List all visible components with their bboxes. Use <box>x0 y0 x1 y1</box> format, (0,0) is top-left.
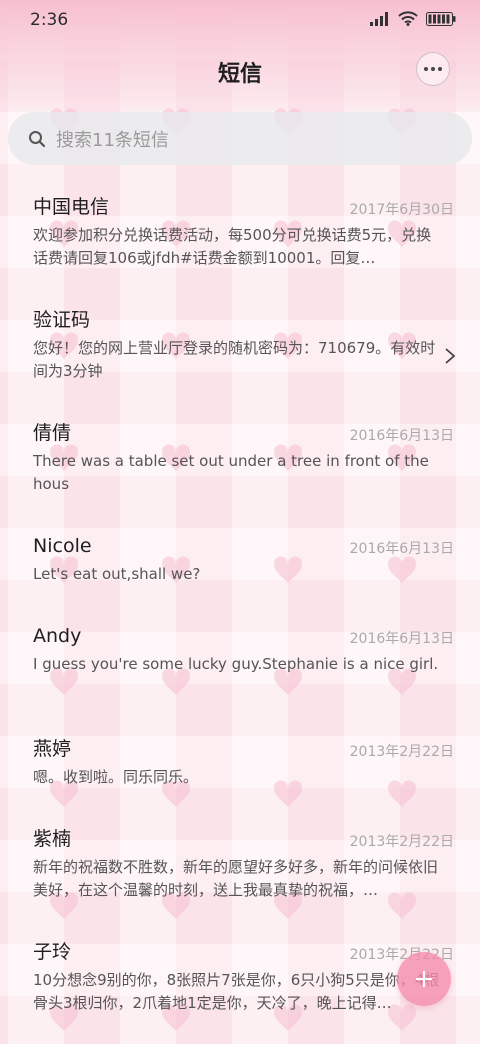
message-preview: 欢迎参加积分兑换话费活动，每500分可兑换话费5元，兑换话费请回复106或jfd… <box>33 226 432 267</box>
chevron-right-icon[interactable] <box>444 347 456 365</box>
wifi-icon <box>398 11 418 26</box>
conversation-item[interactable]: 验证码 您好！您的网上营业厅登录的随机密码为：710679。有效时间为3分钟 <box>0 293 480 406</box>
conversation-list: 中国电信 2017年6月30日 欢迎参加积分兑换话费活动，每500分可兑换话费5… <box>0 180 480 1040</box>
page-title: 短信 <box>217 62 262 87</box>
conversation-item[interactable]: 燕婷 2013年2月22日 嗯。收到啦。同乐同乐。 <box>0 722 480 812</box>
status-icons <box>370 11 456 26</box>
conversation-item[interactable]: 中国电信 2017年6月30日 欢迎参加积分兑换话费活动，每500分可兑换话费5… <box>0 180 480 293</box>
message-date: 2016年6月13日 <box>349 428 454 444</box>
more-options-button[interactable] <box>416 52 450 86</box>
message-preview: I guess you're some lucky guy.Stephanie … <box>33 655 439 673</box>
search-placeholder: 搜索11条短信 <box>56 129 169 151</box>
search-input[interactable]: 搜索11条短信 <box>8 112 472 165</box>
message-preview: 新年的祝福数不胜数，新年的愿望好多好多，新年的问候依旧美好，在这个温馨的时刻，送… <box>33 858 439 899</box>
contact-name: 验证码 <box>33 309 91 331</box>
message-date: 2016年6月13日 <box>349 541 454 557</box>
search-icon <box>29 130 46 147</box>
message-preview: 嗯。收到啦。同乐同乐。 <box>33 768 199 786</box>
status-bar: 2:36 <box>0 0 480 40</box>
more-dot <box>431 67 435 71</box>
message-preview: 您好！您的网上营业厅登录的随机密码为：710679。有效时间为3分钟 <box>33 339 436 380</box>
more-horizontal-icon <box>424 67 428 71</box>
status-time: 2:36 <box>30 10 69 30</box>
plus-icon <box>416 971 432 987</box>
message-date: 2013年2月22日 <box>349 834 454 850</box>
message-date: 2017年6月30日 <box>349 202 454 218</box>
message-preview: There was a table set out under a tree i… <box>33 452 429 493</box>
more-dot <box>438 67 442 71</box>
signal-icon <box>370 11 388 26</box>
message-preview: 10分想念9别的你，8张照片7张是你，6只小狗5只是你，4根骨头3根归你，2爪着… <box>33 971 440 1012</box>
message-date: 2016年6月13日 <box>349 631 454 647</box>
conversation-item[interactable]: Nicole 2016年6月13日 Let's eat out,shall we… <box>0 519 480 609</box>
message-preview: Let's eat out,shall we? <box>33 565 201 583</box>
conversation-item[interactable]: 倩倩 2016年6月13日 There was a table set out … <box>0 406 480 519</box>
new-message-button[interactable] <box>397 952 451 1006</box>
conversation-item[interactable]: Andy 2016年6月13日 I guess you're some luck… <box>0 609 480 722</box>
battery-icon <box>426 11 456 26</box>
header: 短信 <box>0 48 480 92</box>
message-date: 2013年2月22日 <box>349 744 454 760</box>
conversation-item[interactable]: 紫楠 2013年2月22日 新年的祝福数不胜数，新年的愿望好多好多，新年的问候依… <box>0 812 480 925</box>
